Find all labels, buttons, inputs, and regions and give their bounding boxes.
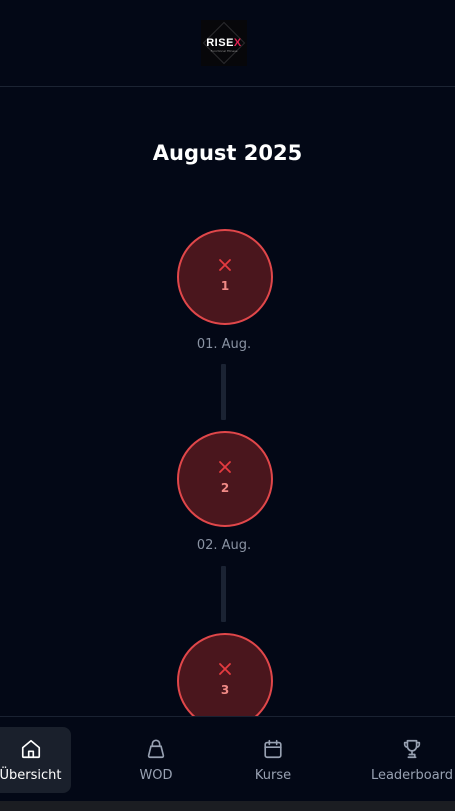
day-circle[interactable]: 1 <box>177 229 273 325</box>
day-timeline[interactable]: August 2025 1 01. Aug. 2 02. Aug. 3 <box>0 0 455 717</box>
month-title: August 2025 <box>152 141 303 165</box>
day-number: 1 <box>220 278 230 293</box>
calendar-icon <box>264 739 282 758</box>
day-circle[interactable]: 2 <box>177 431 273 527</box>
day-number: 2 <box>220 480 230 495</box>
missed-x-icon <box>219 662 231 675</box>
home-icon <box>21 739 40 758</box>
timeline-connector <box>221 566 226 622</box>
missed-x-icon <box>219 460 231 473</box>
nav-label-wod: WOD <box>139 767 173 783</box>
timeline-connector <box>221 364 226 420</box>
day-date-label: 02. Aug. <box>196 538 252 553</box>
day-number: 3 <box>220 682 230 697</box>
nav-item-overview[interactable]: Übersicht <box>0 727 71 793</box>
system-bottom-strip <box>0 801 455 811</box>
missed-x-icon <box>219 258 231 271</box>
nav-label-leaderboard: Leaderboard <box>370 767 454 783</box>
nav-item-courses[interactable]: Kurse <box>237 727 309 793</box>
nav-item-leaderboard[interactable]: Leaderboard <box>365 727 455 793</box>
day-date-label: 01. Aug. <box>196 337 252 352</box>
trophy-icon <box>403 739 421 758</box>
bottom-nav: Übersicht WOD Kurse Leaderboard <box>0 716 455 802</box>
day-circle[interactable]: 3 <box>177 633 273 717</box>
nav-item-wod[interactable]: WOD <box>120 727 192 793</box>
nav-label-courses: Kurse <box>254 767 292 783</box>
kettlebell-icon <box>147 738 165 758</box>
nav-label-overview: Übersicht <box>0 767 62 783</box>
